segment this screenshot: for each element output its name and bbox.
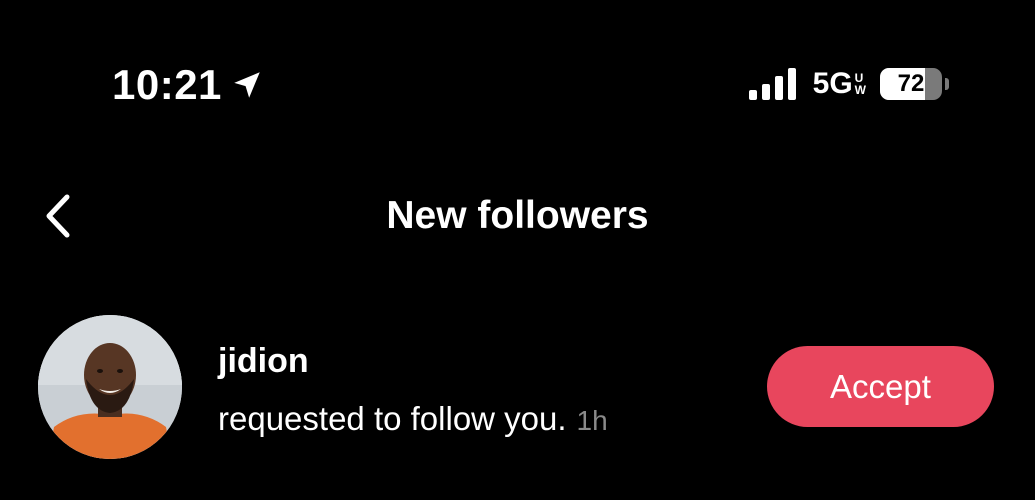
status-time: 10:21 [112,61,222,108]
request-message-line: requested to follow you. 1h [218,398,608,442]
battery-tip [945,78,949,90]
network-indicator: 5G U W [813,66,866,102]
app-screen: 10:21 5G U W 72 New followers jidion req… [0,0,1035,500]
nav-header: New followers [0,180,1035,252]
network-type: 5G [812,67,853,100]
network-uw-bottom: W [854,83,866,97]
avatar[interactable] [38,315,182,459]
follow-request-row: jidion requested to follow you. 1h Accept [0,305,1035,465]
battery-icon: 72 [880,68,942,100]
battery-level: 72 [897,70,925,97]
page-title: New followers [386,194,649,237]
status-time-group: 10:21 [112,62,264,108]
network-uw-label: U W [855,72,866,96]
accept-button[interactable]: Accept [767,346,994,427]
cellular-signal-icon [748,68,796,100]
follower-username[interactable]: jidion [218,341,309,381]
user-avatar-image [38,315,182,459]
status-indicators: 5G U W 72 [747,64,949,104]
request-timestamp: 1h [576,405,608,436]
request-message: requested to follow you. [218,400,567,437]
status-bar: 10:21 5G U W 72 [0,0,1035,140]
location-arrow-icon [234,72,260,98]
